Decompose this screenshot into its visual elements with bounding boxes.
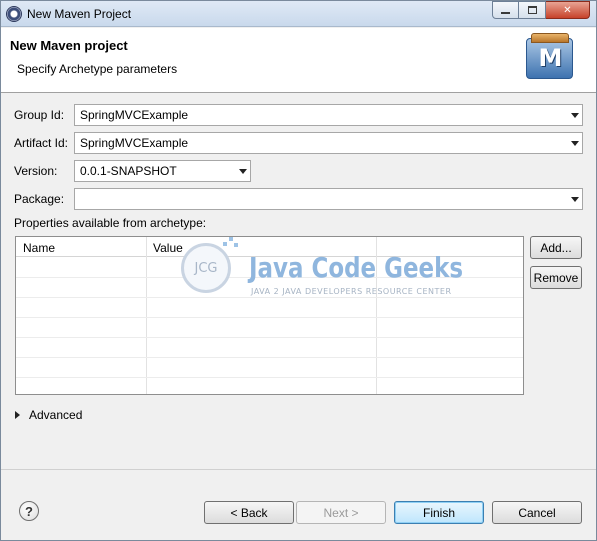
version-label: Version: [14, 164, 58, 178]
maven-logo-lid [531, 33, 569, 43]
wizard-subtitle: Specify Archetype parameters [17, 62, 178, 76]
table-row [16, 297, 523, 298]
chevron-down-icon[interactable] [571, 197, 579, 202]
advanced-label: Advanced [29, 408, 83, 422]
minimize-icon [501, 12, 510, 14]
group-id-combo[interactable]: SpringMVCExample [74, 104, 583, 126]
back-button[interactable]: < Back [204, 501, 294, 524]
maven-logo-letter: M [538, 44, 563, 72]
wizard-header: New Maven project Specify Archetype para… [1, 28, 596, 93]
table-row [16, 277, 523, 278]
column-divider [376, 237, 377, 394]
table-header: Name Value [16, 237, 523, 257]
column-header-name[interactable]: Name [23, 241, 55, 255]
properties-label: Properties available from archetype: [14, 216, 207, 230]
column-header-value[interactable]: Value [153, 241, 183, 255]
help-glyph: ? [25, 503, 33, 519]
table-row [16, 317, 523, 318]
add-property-button[interactable]: Add... [530, 236, 582, 259]
chevron-down-icon[interactable] [571, 113, 579, 118]
version-combo[interactable]: 0.0.1-SNAPSHOT [74, 160, 251, 182]
group-id-label: Group Id: [14, 108, 65, 122]
close-icon: ✕ [563, 4, 572, 16]
version-value: 0.0.1-SNAPSHOT [80, 164, 177, 178]
properties-table[interactable]: Name Value [15, 236, 524, 395]
artifact-id-value: SpringMVCExample [80, 136, 189, 150]
title-bar[interactable]: New Maven Project ✕ [1, 1, 596, 27]
package-label: Package: [14, 192, 65, 206]
window-controls: ✕ [492, 1, 590, 19]
chevron-down-icon[interactable] [239, 169, 247, 174]
maximize-icon [527, 6, 537, 14]
chevron-down-icon[interactable] [571, 141, 579, 146]
remove-property-button[interactable]: Remove [530, 266, 582, 289]
finish-button[interactable]: Finish [394, 501, 484, 524]
advanced-toggle[interactable]: Advanced [15, 408, 82, 422]
artifact-id-label: Artifact Id: [14, 136, 69, 150]
package-combo[interactable] [74, 188, 583, 210]
table-row [16, 377, 523, 378]
table-row [16, 337, 523, 338]
wizard-title: New Maven project [10, 38, 128, 53]
window-title: New Maven Project [27, 7, 132, 21]
new-maven-project-dialog: New Maven Project ✕ New Maven project Sp… [0, 0, 597, 541]
group-id-value: SpringMVCExample [80, 108, 189, 122]
column-divider [146, 237, 147, 394]
minimize-button[interactable] [492, 1, 519, 19]
artifact-id-combo[interactable]: SpringMVCExample [74, 132, 583, 154]
next-button[interactable]: Next > [296, 501, 386, 524]
footer-separator [1, 469, 596, 470]
maximize-button[interactable] [519, 1, 546, 19]
help-icon[interactable]: ? [19, 501, 39, 521]
maven-logo-icon: M [526, 33, 573, 79]
close-button[interactable]: ✕ [546, 1, 590, 19]
expand-arrow-icon [15, 411, 20, 419]
cancel-button[interactable]: Cancel [492, 501, 582, 524]
table-row [16, 357, 523, 358]
eclipse-app-icon [6, 6, 22, 22]
